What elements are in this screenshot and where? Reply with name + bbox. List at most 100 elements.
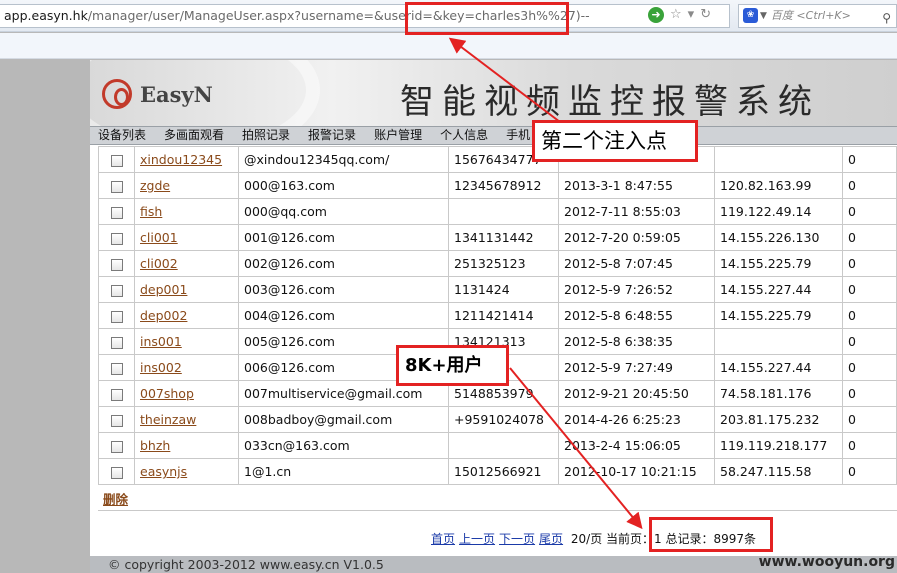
username-link[interactable]: ins002 (140, 360, 182, 375)
username-cell: dep002 (134, 302, 239, 329)
watermark-text: www.wooyun.org (758, 554, 895, 570)
nav-item-mobile[interactable]: 手机 (506, 127, 530, 144)
username-cell: 007shop (134, 380, 239, 407)
url-highlight-box (405, 2, 569, 35)
delete-button[interactable]: 删除 (103, 489, 128, 508)
row-checkbox[interactable] (110, 388, 123, 401)
per-page-text: 20/页 (570, 532, 603, 546)
nav-item-accounts[interactable]: 账户管理 (374, 127, 422, 144)
email-cell: 004@126.com (238, 302, 449, 329)
username-cell: zgde (134, 172, 239, 199)
count-cell: 0 (842, 172, 897, 199)
footer: © copyright 2003-2012 www.easy.cn V1.0.5… (90, 554, 897, 573)
user-count-callout: 8K+用户 (396, 345, 509, 386)
last-login-cell: 2012-10-17 10:21:15 (558, 458, 715, 485)
ip-cell: 119.122.49.14 (714, 198, 843, 225)
username-link[interactable]: cli001 (140, 230, 178, 245)
username-cell: theinzaw (134, 406, 239, 433)
ip-cell: 120.82.163.99 (714, 172, 843, 199)
username-cell: cli001 (134, 224, 239, 251)
row-checkbox[interactable] (110, 180, 123, 193)
row-checkbox[interactable] (110, 440, 123, 453)
count-cell: 0 (842, 224, 897, 251)
checkbox-cell (98, 328, 135, 355)
checkbox-cell (98, 354, 135, 381)
username-link[interactable]: 007shop (140, 386, 194, 401)
username-cell: ins001 (134, 328, 239, 355)
phone-cell: 12345678912 (448, 172, 559, 199)
checkbox-cell (98, 458, 135, 485)
last-login-cell: 2012-5-8 6:48:55 (558, 302, 715, 329)
nav-item-photos[interactable]: 拍照记录 (242, 127, 290, 144)
username-link[interactable]: cli002 (140, 256, 178, 271)
table-row: bhzh 033cn@163.com 2013-2-4 15:06:05 119.11… (98, 432, 897, 459)
row-checkbox[interactable] (110, 414, 123, 427)
count-cell: 0 (842, 458, 897, 485)
logo-text: EasyN (140, 82, 213, 107)
nav-item-multiview[interactable]: 多画面观看 (164, 127, 224, 144)
username-link[interactable]: zgde (140, 178, 170, 193)
ip-cell: 14.155.227.44 (714, 276, 843, 303)
user-table-body: xindou12345 @xindou12345qq.com/1567643477… (98, 146, 897, 485)
nav-item-profile[interactable]: 个人信息 (440, 127, 488, 144)
row-checkbox[interactable] (110, 284, 123, 297)
main-nav: 设备列表 多画面观看 拍照记录 报警记录 账户管理 个人信息 手机 (90, 126, 897, 145)
username-link[interactable]: ins001 (140, 334, 182, 349)
row-checkbox[interactable] (110, 206, 123, 219)
reload-icon[interactable]: ↻ (700, 7, 711, 23)
username-cell: xindou12345 (134, 146, 239, 173)
last-login-cell: 2012-5-9 7:27:49 (558, 354, 715, 381)
count-cell: 0 (842, 354, 897, 381)
username-link[interactable]: dep001 (140, 282, 187, 297)
table-row: xindou12345 @xindou12345qq.com/1567643477… (98, 146, 897, 173)
search-placeholder: 百度 <Ctrl+K> (770, 9, 851, 22)
bookmark-star-icon[interactable]: ☆ (670, 7, 682, 23)
ip-cell: 119.119.218.177 (714, 432, 843, 459)
last-login-cell: 2012-5-8 6:38:35 (558, 328, 715, 355)
row-checkbox[interactable] (110, 258, 123, 271)
username-link[interactable]: bhzh (140, 438, 170, 453)
chevron-down-icon[interactable]: ▾ (688, 7, 695, 23)
baidu-paw-icon: ❀ (743, 8, 758, 23)
last-login-cell: 2012-7-20 0:59:05 (558, 224, 715, 251)
address-bar[interactable]: app.easyn.hk/manager/user/ManageUser.asp… (0, 4, 730, 28)
last-login-cell: 2012-5-9 7:26:52 (558, 276, 715, 303)
last-page-link[interactable]: 尾页 (539, 532, 563, 546)
user-table: xindou12345 @xindou12345qq.com/1567643477… (98, 146, 897, 485)
username-link[interactable]: fish (140, 204, 162, 219)
ip-cell: 74.58.181.176 (714, 380, 843, 407)
row-checkbox[interactable] (110, 362, 123, 375)
email-cell: 002@126.com (238, 250, 449, 277)
count-cell: 0 (842, 250, 897, 277)
first-page-link[interactable]: 首页 (431, 532, 455, 546)
search-engine-dropdown-icon[interactable]: ▼ (760, 11, 767, 21)
search-icon[interactable]: ⚲ (882, 7, 891, 29)
username-cell: bhzh (134, 432, 239, 459)
phone-cell: +9591024078 (448, 406, 559, 433)
username-link[interactable]: theinzaw (140, 412, 196, 427)
username-cell: cli002 (134, 250, 239, 277)
nav-item-alarms[interactable]: 报警记录 (308, 127, 356, 144)
email-cell: @xindou12345qq.com/ (238, 146, 449, 173)
ip-cell: 203.81.175.232 (714, 406, 843, 433)
checkbox-cell (98, 250, 135, 277)
row-checkbox[interactable] (110, 466, 123, 479)
row-checkbox[interactable] (110, 336, 123, 349)
last-login-cell: 2013-3-1 8:47:55 (558, 172, 715, 199)
username-link[interactable]: xindou12345 (140, 152, 222, 167)
last-login-cell: 2014-4-26 6:25:23 (558, 406, 715, 433)
go-arrow-icon[interactable]: ➜ (648, 7, 664, 23)
next-page-link[interactable]: 下一页 (499, 532, 535, 546)
row-checkbox[interactable] (110, 232, 123, 245)
row-checkbox[interactable] (110, 154, 123, 167)
row-checkbox[interactable] (110, 310, 123, 323)
prev-page-link[interactable]: 上一页 (459, 532, 495, 546)
table-row: dep002 004@126.com 1211421414 2012-5-8 6:48… (98, 302, 897, 329)
phone-cell (448, 198, 559, 225)
ip-cell (714, 146, 843, 173)
username-link[interactable]: easynjs (140, 464, 187, 479)
username-link[interactable]: dep002 (140, 308, 187, 323)
nav-item-devices[interactable]: 设备列表 (98, 127, 146, 144)
checkbox-cell (98, 406, 135, 433)
search-box[interactable]: ❀ ▼ 百度 <Ctrl+K> ⚲ (738, 4, 897, 28)
